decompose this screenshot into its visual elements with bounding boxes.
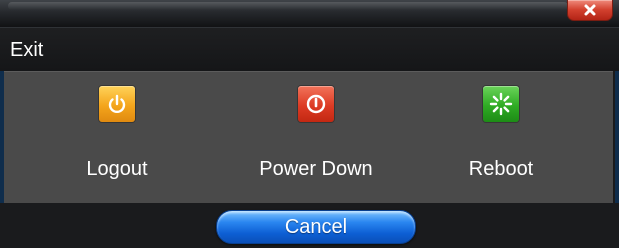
exit-dialog: Exit Logout Power Down Reboot Cancel [0, 0, 619, 248]
cancel-button[interactable]: Cancel [216, 210, 416, 244]
power-down-label: Power Down [259, 158, 373, 180]
power-icon [99, 86, 135, 122]
dialog-title: Exit [10, 39, 44, 61]
close-button[interactable] [567, 0, 613, 21]
action-panel: Logout Power Down Reboot [4, 71, 613, 204]
power-down-button[interactable]: Power Down [231, 86, 401, 196]
dialog-header: Exit [0, 27, 619, 71]
reboot-button[interactable]: Reboot [416, 86, 586, 196]
reboot-label: Reboot [468, 158, 534, 180]
close-icon [583, 3, 597, 17]
title-bar-sheen [8, 2, 568, 10]
cancel-label: Cancel [284, 216, 348, 238]
logout-button[interactable]: Logout [32, 86, 202, 196]
logout-label: Logout [86, 158, 148, 180]
dialog-title-bar[interactable] [0, 0, 619, 27]
shutdown-icon [298, 86, 334, 122]
reboot-spinner-icon [483, 86, 519, 122]
